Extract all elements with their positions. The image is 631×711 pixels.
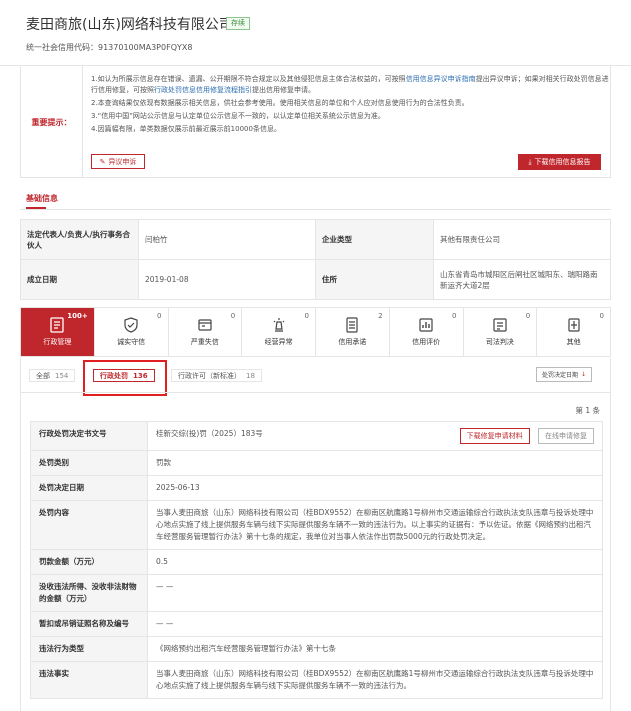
basic-info-table: 法定代表人/负责人/执行事务合伙人 闫柏竹 企业类型 其他有限责任公司 成立日期… xyxy=(20,219,611,300)
address-value: 山东省青岛市城阳区后闸社区城阳东、瑞阳路南新运齐大道2层 xyxy=(433,259,611,300)
tab-label: 经营异常 xyxy=(264,338,293,346)
admin-icon xyxy=(50,317,65,333)
dishonest-icon xyxy=(198,319,212,331)
license-revoke-value: — — xyxy=(147,611,603,637)
tab-count: 2 xyxy=(378,312,383,320)
established-value: 2019-01-08 xyxy=(138,259,316,300)
established-key: 成立日期 xyxy=(20,259,139,300)
tab-business-abnormal[interactable]: 0 经营异常 xyxy=(242,308,316,356)
tab-count: 100+ xyxy=(67,312,88,320)
filter-label: 全部 xyxy=(36,371,50,380)
basic-info-title: 基础信息 xyxy=(26,194,58,203)
filter-all[interactable]: 全部 154 xyxy=(29,369,76,382)
record-counter: 第 1 条 xyxy=(575,406,600,415)
filter-count: 18 xyxy=(246,371,255,380)
decision-date-key: 处罚决定日期 xyxy=(30,475,148,501)
status-badge: 存续 xyxy=(226,17,250,30)
download-report-button[interactable]: ⤓ 下载信用信息报告 xyxy=(518,154,601,170)
amount-key: 罚款金额（万元） xyxy=(30,549,148,575)
edit-icon: ✎ xyxy=(99,157,106,166)
content-key: 处罚内容 xyxy=(30,500,148,550)
doc-no-value: 桂新交综(投)罚（2025）183号 xyxy=(156,429,263,438)
tab-judicial[interactable]: 0 司法判决 xyxy=(464,308,538,356)
credit-code: 统一社会信用代码：91370100MA3P0FQYX8 xyxy=(26,43,193,52)
confiscate-value: — — xyxy=(147,574,603,612)
category-tabs: 100+ 行政管理 0 诚实守信 0 严重失信 0 经营异常 2 信用承诺 0 … xyxy=(20,307,611,357)
notice-line-2: 2.本查询结果仅依现有数据展示相关信息，供社会参考使用。使用相关信息的单位和个人… xyxy=(91,99,469,107)
notice-line-1c: 提出信用修复申请。 xyxy=(252,86,315,94)
company-type-key: 企业类型 xyxy=(315,219,434,260)
decision-date-value: 2025-06-13 xyxy=(147,475,603,501)
tab-other[interactable]: 0 其他 xyxy=(537,308,610,356)
doc-no-key: 行政处罚决定书文号 xyxy=(30,421,148,451)
category-value: 罚款 xyxy=(147,450,603,476)
evaluation-icon xyxy=(419,318,433,332)
category-key: 处罚类别 xyxy=(30,450,148,476)
sort-label: 处罚决定日期 xyxy=(541,372,578,379)
download-report-label: 下载信用信息报告 xyxy=(534,158,591,166)
repair-guide-link[interactable]: 行政处罚信息信用修复流程指引 xyxy=(154,86,252,94)
filter-admin-license[interactable]: 行政许可（新标准） 18 xyxy=(171,369,262,382)
filter-label: 行政许可（新标准） xyxy=(178,371,241,380)
appeal-guide-link[interactable]: 信用信息异议申诉指南 xyxy=(406,75,476,83)
tab-label: 严重失信 xyxy=(190,338,219,346)
legal-rep-key: 法定代表人/负责人/执行事务合伙人 xyxy=(20,219,139,260)
violation-type-value: 《网络预约出租汽车经营服务管理暂行办法》第十七条 xyxy=(147,636,603,662)
legal-rep-value: 闫柏竹 xyxy=(138,219,316,260)
other-icon xyxy=(568,318,580,332)
tab-label: 其他 xyxy=(566,338,581,346)
tab-credit-evaluation[interactable]: 0 信用评价 xyxy=(390,308,464,356)
address-key: 住所 xyxy=(315,259,434,300)
appeal-button[interactable]: ✎ 异议申诉 xyxy=(91,154,145,169)
doc-no-cell: 桂新交综(投)罚（2025）183号 下载修复申请材料 在线申请修复 xyxy=(147,421,603,451)
tab-count: 0 xyxy=(599,312,604,320)
tab-count: 0 xyxy=(230,312,236,320)
important-notice: 重要提示： 1.如认为所展示信息存在错误、遗漏、公开期限不符合规定以及其他侵犯信… xyxy=(20,66,611,178)
notice-line-1: 1.如认为所展示信息存在错误、遗漏、公开期限不符合规定以及其他侵犯信息主体合法权… xyxy=(91,75,406,83)
violation-type-key: 违法行为类型 xyxy=(30,636,148,662)
tab-label: 行政管理 xyxy=(43,338,72,346)
company-header: 麦田商旅(山东)网络科技有限公司 存续 统一社会信用代码：91370100MA3… xyxy=(0,0,631,66)
tab-serious-dishonest[interactable]: 0 严重失信 xyxy=(169,308,243,356)
tab-count: 0 xyxy=(525,312,531,320)
facts-key: 违法事实 xyxy=(30,661,148,699)
download-repair-button[interactable]: 下载修复申请材料 xyxy=(459,428,530,444)
amount-value: 0.5 xyxy=(147,549,603,575)
penalty-detail-table: 行政处罚决定书文号 桂新交综(投)罚（2025）183号 下载修复申请材料 在线… xyxy=(30,421,603,699)
promise-icon xyxy=(346,317,358,333)
honesty-icon xyxy=(124,317,138,333)
tab-count: 0 xyxy=(157,312,162,320)
license-revoke-key: 暂扣或吊销证照名称及编号 xyxy=(30,611,148,637)
arrow-down-icon: ↓ xyxy=(580,371,587,378)
confiscate-key: 没收违法所得、没收非法财物的金额（万元） xyxy=(30,574,148,612)
company-type-value: 其他有限责任公司 xyxy=(433,219,611,260)
notice-line-3: 3.“信用中国”网站公示信息与认定单位公示信息不一致的，以认定单位相关系统公示信… xyxy=(91,112,385,120)
penalty-detail: 第 1 条 行政处罚决定书文号 桂新交综(投)罚（2025）183号 下载修复申… xyxy=(20,392,611,711)
download-icon: ⤓ xyxy=(528,157,532,166)
filter-count: 154 xyxy=(55,371,69,380)
tab-count: 0 xyxy=(304,312,309,320)
highlight-box xyxy=(83,360,167,396)
company-name: 麦田商旅(山东)网络科技有限公司 xyxy=(26,17,233,33)
abnormal-icon xyxy=(273,318,285,332)
tab-count: 0 xyxy=(452,312,457,320)
tab-label: 诚实守信 xyxy=(117,338,146,346)
notice-label: 重要提示： xyxy=(21,66,83,178)
tab-label: 信用承诺 xyxy=(338,338,367,346)
repair-actions: 下载修复申请材料 在线申请修复 xyxy=(454,428,594,444)
tab-label: 司法判决 xyxy=(485,338,514,346)
online-repair-button[interactable]: 在线申请修复 xyxy=(538,428,594,444)
divider xyxy=(20,209,611,210)
judicial-icon xyxy=(493,318,507,332)
tab-honesty[interactable]: 0 诚实守信 xyxy=(95,308,169,356)
tab-label: 信用评价 xyxy=(412,338,441,346)
content-value: 当事人麦田商旅（山东）网络科技有限公司（桂BDX9552）在柳南区航鹰路1号柳州… xyxy=(147,500,603,550)
tab-admin-management[interactable]: 100+ 行政管理 xyxy=(21,308,95,356)
facts-value: 当事人麦田商旅（山东）网络科技有限公司（桂BDX9552）在柳南区航鹰路1号柳州… xyxy=(147,661,603,699)
notice-body: 1.如认为所展示信息存在错误、遗漏、公开期限不符合规定以及其他侵犯信息主体合法权… xyxy=(91,74,611,137)
appeal-button-label: 异议申诉 xyxy=(108,157,137,166)
sort-by-date-button[interactable]: 处罚决定日期 ↓ xyxy=(536,367,592,382)
tab-credit-promise[interactable]: 2 信用承诺 xyxy=(316,308,390,356)
notice-line-4: 4.因篇幅有限，单类数据仅展示前最近展示前10000条信息。 xyxy=(91,125,281,133)
